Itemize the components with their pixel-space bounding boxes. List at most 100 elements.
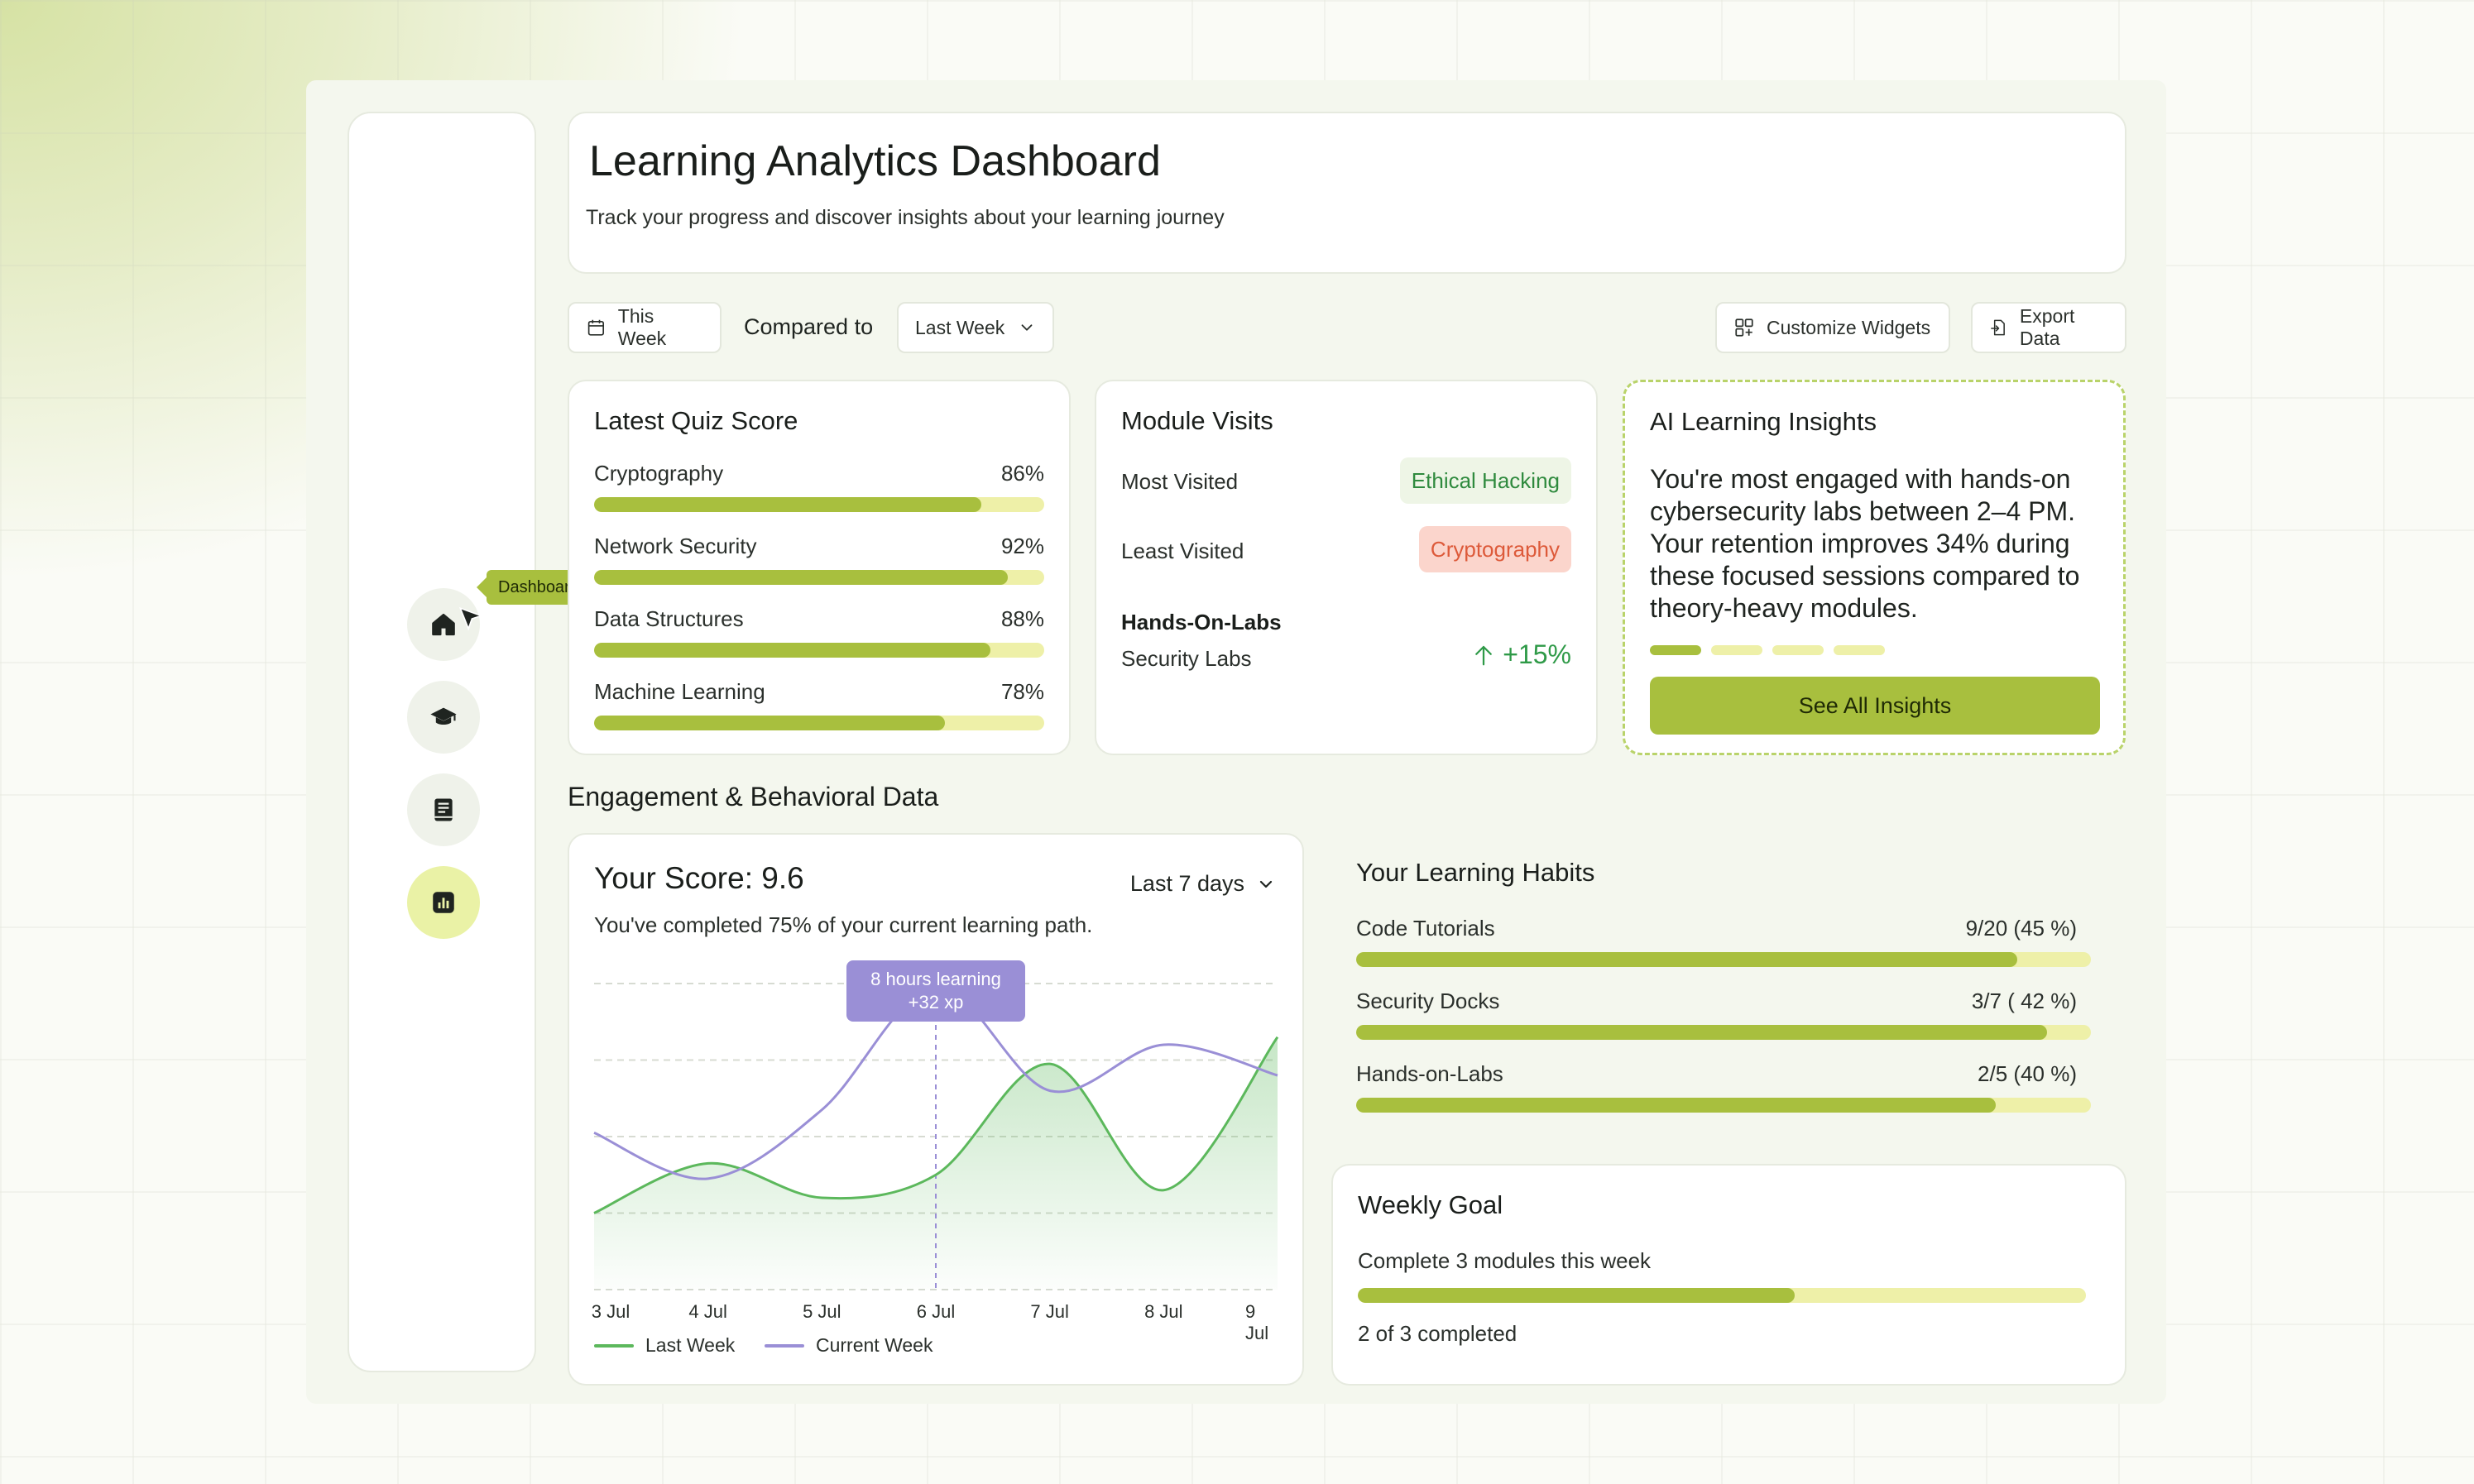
weekly-goal-footer: 2 of 3 completed	[1358, 1321, 1517, 1346]
compared-label: Compared to	[744, 314, 874, 339]
habit-progress-bar	[1356, 1098, 2091, 1113]
quiz-item-label: Cryptography	[594, 461, 724, 486]
habits-title: Your Learning Habits	[1356, 858, 1595, 887]
quiz-progress-bar	[594, 643, 1044, 658]
quiz-item-label: Network Security	[594, 534, 757, 558]
ai-insights-title: AI Learning Insights	[1650, 407, 1877, 436]
arrow-up-icon	[1475, 645, 1493, 665]
quiz-progress-bar	[594, 570, 1044, 585]
period-label: This Week	[617, 305, 667, 349]
page-subtitle: Track your progress and discover insight…	[586, 206, 1225, 229]
most-visited-badge[interactable]: Ethical Hacking	[1399, 457, 1571, 504]
legend-swatch	[765, 1343, 804, 1348]
module-visits-title: Module Visits	[1121, 406, 1273, 435]
sidebar	[348, 112, 536, 1372]
page-title: Learning Analytics Dashboard	[589, 137, 1161, 185]
quiz-item-label: Machine Learning	[594, 679, 765, 704]
sidebar-item-analytics[interactable]	[407, 866, 480, 939]
most-visited-value: Ethical Hacking	[1411, 467, 1560, 493]
habit-progress-fill	[1356, 952, 2018, 967]
x-tick-label: 7 Jul	[1030, 1301, 1069, 1322]
customize-widgets-label: Customize Widgets	[1767, 316, 1931, 338]
habit-progress-fill	[1356, 1098, 1996, 1113]
legend-swatch	[594, 1343, 634, 1348]
sidebar-item-courses[interactable]	[407, 681, 480, 754]
quiz-progress-bar	[594, 716, 1044, 730]
quiz-item-value: 88%	[1000, 606, 1044, 631]
habit-label: Security Docks	[1356, 989, 1500, 1013]
weekly-goal-subtitle: Complete 3 modules this week	[1358, 1248, 1652, 1273]
export-data-button[interactable]: Export Data	[1971, 302, 2126, 353]
x-tick-label: 8 Jul	[1144, 1301, 1183, 1322]
sidebar-item-library[interactable]	[407, 773, 480, 846]
legend-label: Last Week	[645, 1334, 736, 1356]
chevron-down-icon	[1021, 324, 1033, 331]
export-icon	[1991, 319, 2005, 336]
quiz-item-value: 92%	[1000, 534, 1044, 558]
analytics-icon	[433, 892, 454, 913]
x-tick-label: 3 Jul	[591, 1301, 630, 1322]
see-all-insights-button[interactable]: See All Insights	[1650, 677, 2100, 735]
habit-progress-fill	[1356, 1025, 2047, 1040]
labs-change-value: +15%	[1503, 639, 1571, 669]
period-selector[interactable]: This Week	[568, 302, 722, 353]
habit-value: 9/20 (45 %)	[1965, 916, 2077, 941]
ai-insights-card: AI Learning Insights You're most engaged…	[1623, 380, 2126, 755]
pagination-dot[interactable]	[1650, 645, 1701, 655]
habit-label: Hands-on-Labs	[1356, 1061, 1503, 1086]
engagement-section-title: Engagement & Behavioral Data	[568, 782, 939, 811]
pagination-dot[interactable]	[1772, 645, 1824, 655]
weekly-goal-progress-fill	[1358, 1288, 1795, 1303]
habit-label: Code Tutorials	[1356, 916, 1495, 941]
legend-label: Current Week	[816, 1334, 933, 1356]
home-icon	[432, 613, 455, 636]
quiz-progress-fill	[594, 497, 981, 512]
quiz-progress-bar	[594, 497, 1044, 512]
quiz-score-title: Latest Quiz Score	[594, 406, 798, 435]
module-visits-card: Module Visits Most Visited Ethical Hacki…	[1095, 380, 1598, 755]
calendar-icon	[587, 319, 605, 336]
least-visited-badge[interactable]: Cryptography	[1418, 526, 1571, 572]
quiz-progress-fill	[594, 643, 990, 658]
least-visited-label: Least Visited	[1121, 539, 1244, 563]
x-tick-label: 6 Jul	[916, 1301, 956, 1322]
legend-last-week: Last Week	[594, 1334, 735, 1357]
insights-pagination	[1650, 645, 1885, 655]
most-visited-label: Most Visited	[1121, 469, 1239, 494]
weekly-goal-progress-bar	[1358, 1288, 2086, 1303]
habit-progress-bar	[1356, 952, 2091, 967]
weekly-goal-title: Weekly Goal	[1358, 1190, 1503, 1219]
mouse-cursor-icon	[458, 606, 484, 631]
weekly-goal-card: Weekly Goal Complete 3 modules this week…	[1331, 1164, 2126, 1386]
app-window: Dashboard Learning Analytics Dashboard T…	[306, 80, 2166, 1404]
quiz-item-label: Data Structures	[594, 606, 744, 631]
habit-value: 3/7 ( 42 %)	[1971, 989, 2077, 1013]
see-all-insights-label: See All Insights	[1798, 692, 1952, 718]
graduation-cap-icon	[430, 707, 457, 725]
quiz-score-card: Latest Quiz Score Cryptography 86% Netwo…	[568, 380, 1071, 755]
x-tick-label: 5 Jul	[803, 1301, 841, 1322]
export-data-label: Export Data	[2019, 305, 2075, 349]
compare-dropdown[interactable]: Last Week	[897, 302, 1054, 353]
chart-tooltip: 8 hours learning +32 xp	[846, 960, 1025, 1022]
quiz-progress-fill	[594, 716, 946, 730]
pagination-dot[interactable]	[1834, 645, 1885, 655]
x-tick-label: 9 Jul	[1245, 1301, 1269, 1343]
legend-current-week: Current Week	[765, 1334, 933, 1357]
quiz-item-value: 86%	[1000, 461, 1044, 486]
customize-widgets-button[interactable]: Customize Widgets	[1715, 302, 1950, 353]
labs-change: +15%	[1471, 639, 1571, 670]
header-card: Learning Analytics Dashboard Track your …	[568, 112, 2126, 274]
book-icon	[434, 798, 453, 821]
chart-tooltip-hours: 8 hours learning	[870, 969, 1001, 989]
labs-label: Security Labs	[1121, 646, 1252, 671]
least-visited-value: Cryptography	[1430, 536, 1560, 562]
ai-insights-text: You're most engaged with hands-on cybers…	[1650, 464, 2080, 623]
quiz-progress-fill	[594, 570, 1009, 585]
quiz-item-value: 78%	[1000, 679, 1044, 704]
chart-tooltip-xp: +32 xp	[908, 992, 964, 1012]
habit-progress-bar	[1356, 1025, 2091, 1040]
pagination-dot[interactable]	[1711, 645, 1762, 655]
widgets-icon	[1735, 318, 1753, 337]
labs-title: Hands-On-Labs	[1121, 610, 1282, 634]
